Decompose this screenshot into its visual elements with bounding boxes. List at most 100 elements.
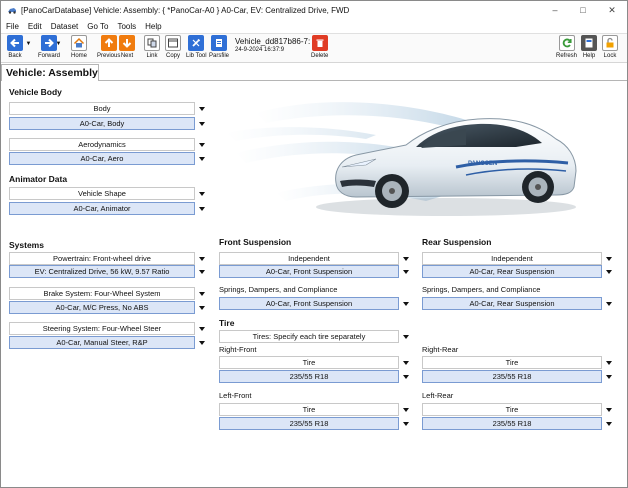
front-suspension-type-selector[interactable]: Independent bbox=[219, 252, 411, 265]
powertrain-type-value: Powertrain: Front-wheel drive bbox=[9, 252, 195, 265]
refresh-button[interactable]: Refresh bbox=[556, 35, 577, 59]
chevron-down-icon[interactable] bbox=[400, 252, 411, 265]
body-dataset-selector[interactable]: A0-Car, Body bbox=[9, 117, 207, 130]
vehicle-dataset-name[interactable]: Vehicle_dd817b86-7: bbox=[235, 37, 310, 46]
menu-tools[interactable]: Tools bbox=[117, 22, 136, 31]
brake-type-selector[interactable]: Brake System: Four-Wheel System bbox=[9, 287, 207, 300]
chevron-down-icon[interactable] bbox=[196, 287, 207, 300]
powertrain-type-selector[interactable]: Powertrain: Front-wheel drive bbox=[9, 252, 207, 265]
menu-dataset[interactable]: Dataset bbox=[51, 22, 79, 31]
right-front-tire-type-selector[interactable]: Tire bbox=[219, 356, 411, 369]
brake-dataset-selector[interactable]: A0-Car, M/C Press, No ABS bbox=[9, 301, 207, 314]
front-compliance-dataset-value: A0-Car, Front Suspension bbox=[219, 297, 399, 310]
tab-divider bbox=[99, 80, 627, 81]
chevron-down-icon[interactable] bbox=[603, 297, 614, 310]
body-type-selector[interactable]: Body bbox=[9, 102, 207, 115]
right-rear-tire-type-selector[interactable]: Tire bbox=[422, 356, 614, 369]
body-dataset-value: A0-Car, Body bbox=[9, 117, 195, 130]
rear-suspension-type-selector[interactable]: Independent bbox=[422, 252, 614, 265]
chevron-down-icon[interactable] bbox=[400, 403, 411, 416]
menu-edit[interactable]: Edit bbox=[28, 22, 42, 31]
back-history-dropdown[interactable]: ▼ bbox=[25, 38, 32, 50]
forward-history-dropdown[interactable]: ▼ bbox=[55, 38, 62, 50]
chevron-down-icon[interactable] bbox=[196, 265, 207, 278]
help-button[interactable]: Help bbox=[581, 35, 597, 59]
left-rear-tire-dataset-selector[interactable]: 235/55 R18 bbox=[422, 417, 614, 430]
arrow-down-icon bbox=[119, 35, 135, 51]
left-front-tire-dataset-selector[interactable]: 235/55 R18 bbox=[219, 417, 411, 430]
chevron-down-icon[interactable] bbox=[603, 252, 614, 265]
chevron-down-icon[interactable] bbox=[196, 152, 207, 165]
chevron-down-icon[interactable] bbox=[196, 252, 207, 265]
minimize-button[interactable]: – bbox=[541, 1, 569, 19]
aero-dataset-selector[interactable]: A0-Car, Aero bbox=[9, 152, 207, 165]
back-button[interactable]: Back bbox=[7, 35, 23, 59]
next-button[interactable]: Next bbox=[119, 35, 135, 59]
chevron-down-icon[interactable] bbox=[196, 187, 207, 200]
app-logo-icon bbox=[7, 5, 17, 15]
right-rear-tire-dataset-selector[interactable]: 235/55 R18 bbox=[422, 370, 614, 383]
refresh-icon bbox=[558, 35, 575, 51]
home-button[interactable]: Home bbox=[71, 35, 87, 59]
close-button[interactable]: ✕ bbox=[598, 1, 626, 19]
powertrain-dataset-selector[interactable]: EV: Centralized Drive, 56 kW, 9.57 Ratio bbox=[9, 265, 207, 278]
chevron-down-icon[interactable] bbox=[603, 370, 614, 383]
chevron-down-icon[interactable] bbox=[603, 356, 614, 369]
left-rear-tire-type-value: Tire bbox=[422, 403, 602, 416]
aero-type-value: Aerodynamics bbox=[9, 138, 195, 151]
tire-heading: Tire bbox=[219, 318, 235, 328]
chevron-down-icon[interactable] bbox=[196, 138, 207, 151]
delete-button[interactable]: Delete bbox=[311, 35, 328, 59]
animator-dataset-selector[interactable]: A0-Car, Animator bbox=[9, 202, 207, 215]
chevron-down-icon[interactable] bbox=[400, 265, 411, 278]
steering-dataset-selector[interactable]: A0-Car, Manual Steer, R&P bbox=[9, 336, 207, 349]
chevron-down-icon[interactable] bbox=[196, 102, 207, 115]
menu-file[interactable]: File bbox=[6, 22, 19, 31]
chevron-down-icon[interactable] bbox=[400, 330, 411, 343]
left-front-tire-dataset-value: 235/55 R18 bbox=[219, 417, 399, 430]
chevron-down-icon[interactable] bbox=[196, 322, 207, 335]
vehicle-shape-type-selector[interactable]: Vehicle Shape bbox=[9, 187, 207, 200]
chevron-down-icon[interactable] bbox=[196, 202, 207, 215]
menu-help[interactable]: Help bbox=[145, 22, 161, 31]
arrow-up-icon bbox=[100, 35, 117, 51]
chevron-down-icon[interactable] bbox=[603, 417, 614, 430]
front-suspension-heading: Front Suspension bbox=[219, 237, 292, 247]
lock-button[interactable]: Lock bbox=[602, 35, 618, 59]
left-rear-label: Left-Rear bbox=[422, 391, 454, 400]
tire-mode-selector[interactable]: Tires: Specify each tire separately bbox=[219, 330, 411, 343]
copy-button[interactable]: Copy bbox=[165, 35, 181, 59]
chevron-down-icon[interactable] bbox=[603, 265, 614, 278]
right-rear-label: Right-Rear bbox=[422, 345, 459, 354]
left-rear-tire-type-selector[interactable]: Tire bbox=[422, 403, 614, 416]
steering-type-selector[interactable]: Steering System: Four-Wheel Steer bbox=[9, 322, 207, 335]
chevron-down-icon[interactable] bbox=[400, 417, 411, 430]
aero-type-selector[interactable]: Aerodynamics bbox=[9, 138, 207, 151]
chevron-down-icon[interactable] bbox=[196, 117, 207, 130]
chevron-down-icon[interactable] bbox=[196, 301, 207, 314]
front-compliance-dataset-selector[interactable]: A0-Car, Front Suspension bbox=[219, 297, 411, 310]
front-suspension-type-value: Independent bbox=[219, 252, 399, 265]
home-label: Home bbox=[71, 53, 88, 59]
maximize-button[interactable]: □ bbox=[569, 1, 597, 19]
parsfile-button[interactable]: Parsfile bbox=[209, 35, 229, 59]
right-front-tire-dataset-selector[interactable]: 235/55 R18 bbox=[219, 370, 411, 383]
left-front-tire-type-selector[interactable]: Tire bbox=[219, 403, 411, 416]
link-button[interactable]: Link bbox=[144, 35, 160, 59]
copy-label: Copy bbox=[165, 53, 180, 59]
toolbar: Back ▼ Forward ▼ Home Previous Next Link… bbox=[1, 33, 627, 63]
chevron-down-icon[interactable] bbox=[196, 336, 207, 349]
chevron-down-icon[interactable] bbox=[400, 356, 411, 369]
chevron-down-icon[interactable] bbox=[400, 370, 411, 383]
front-suspension-dataset-selector[interactable]: A0-Car, Front Suspension bbox=[219, 265, 411, 278]
rear-compliance-dataset-selector[interactable]: A0-Car, Rear Suspension bbox=[422, 297, 614, 310]
right-rear-tire-dataset-value: 235/55 R18 bbox=[422, 370, 602, 383]
chevron-down-icon[interactable] bbox=[603, 403, 614, 416]
chevron-down-icon[interactable] bbox=[400, 297, 411, 310]
lib-tool-button[interactable]: Lib Tool bbox=[186, 35, 207, 59]
copy-icon bbox=[165, 35, 181, 51]
menu-goto[interactable]: Go To bbox=[87, 22, 108, 31]
rear-suspension-dataset-selector[interactable]: A0-Car, Rear Suspension bbox=[422, 265, 614, 278]
previous-button[interactable]: Previous bbox=[97, 35, 120, 59]
powertrain-dataset-value: EV: Centralized Drive, 56 kW, 9.57 Ratio bbox=[9, 265, 195, 278]
